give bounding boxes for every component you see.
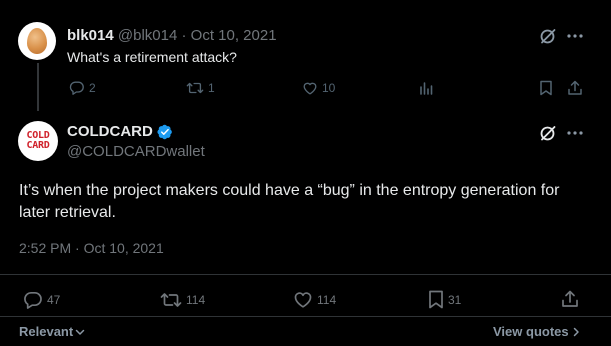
bookmark-button[interactable] xyxy=(539,80,553,96)
reply-button[interactable]: 47 xyxy=(23,290,60,310)
reply-button[interactable]: 2 xyxy=(69,80,96,96)
parent-tweet-header: blk014 @blk014 · Oct 10, 2021 xyxy=(67,27,277,45)
more-options-icon[interactable] xyxy=(566,123,584,143)
like-count: 10 xyxy=(322,81,336,95)
like-button[interactable]: 10 xyxy=(302,80,335,96)
separator: · xyxy=(181,27,187,44)
sort-replies-dropdown[interactable]: Relevant xyxy=(19,324,85,340)
avatar[interactable]: COLD CARD xyxy=(18,121,58,161)
chevron-right-icon xyxy=(573,327,579,337)
display-name[interactable]: blk014 xyxy=(67,27,114,44)
bookmark-icon xyxy=(540,80,552,96)
bookmark-count: 31 xyxy=(448,292,462,307)
egg-avatar-image xyxy=(27,28,47,54)
retweet-icon xyxy=(160,293,182,307)
share-button[interactable] xyxy=(561,290,579,308)
view-quotes-link[interactable]: View quotes xyxy=(493,324,580,340)
thread-connector xyxy=(37,63,39,111)
tweet-text: It’s when the project makers could have … xyxy=(19,182,560,221)
bookmark-button[interactable]: 31 xyxy=(428,290,461,309)
like-button[interactable]: 114 xyxy=(293,290,336,309)
reply-icon xyxy=(24,291,42,309)
handle[interactable]: @COLDCARDwallet xyxy=(67,143,205,161)
sort-label: Relevant xyxy=(19,324,74,339)
grok-icon[interactable] xyxy=(538,26,558,46)
retweet-button[interactable]: 1 xyxy=(186,80,215,96)
share-icon xyxy=(562,290,578,307)
reply-icon xyxy=(69,81,84,95)
heart-icon xyxy=(303,82,317,95)
divider xyxy=(0,274,611,275)
retweet-count: 114 xyxy=(186,293,206,307)
retweet-button[interactable]: 114 xyxy=(160,290,205,310)
analytics-icon xyxy=(420,82,433,95)
like-count: 114 xyxy=(317,292,337,307)
bookmark-icon xyxy=(429,290,443,309)
coldcard-logo: COLD CARD xyxy=(26,130,50,151)
chevron-down-icon xyxy=(75,329,85,335)
tweet-date[interactable]: Oct 10, 2021 xyxy=(191,27,277,44)
more-options-icon[interactable] xyxy=(566,26,584,46)
tweet-text: What's a retirement attack? xyxy=(67,49,237,65)
analytics-button[interactable] xyxy=(419,81,433,95)
verified-badge-icon xyxy=(157,124,172,140)
reply-count: 2 xyxy=(89,81,96,95)
retweet-count: 1 xyxy=(208,81,215,95)
share-button[interactable] xyxy=(567,80,583,96)
tweet-timestamp[interactable]: 2:52 PM · Oct 10, 2021 xyxy=(19,240,164,257)
retweet-icon xyxy=(186,82,204,94)
heart-icon xyxy=(294,292,312,308)
avatar[interactable] xyxy=(18,22,56,60)
display-name[interactable]: COLDCARD xyxy=(67,123,153,141)
main-tweet-header: COLDCARD xyxy=(67,123,173,141)
divider xyxy=(0,316,611,317)
handle[interactable]: @blk014 xyxy=(118,27,177,44)
reply-count: 47 xyxy=(47,293,61,307)
share-icon xyxy=(568,80,582,95)
grok-icon[interactable] xyxy=(538,123,558,143)
view-quotes-label: View quotes xyxy=(493,324,569,339)
